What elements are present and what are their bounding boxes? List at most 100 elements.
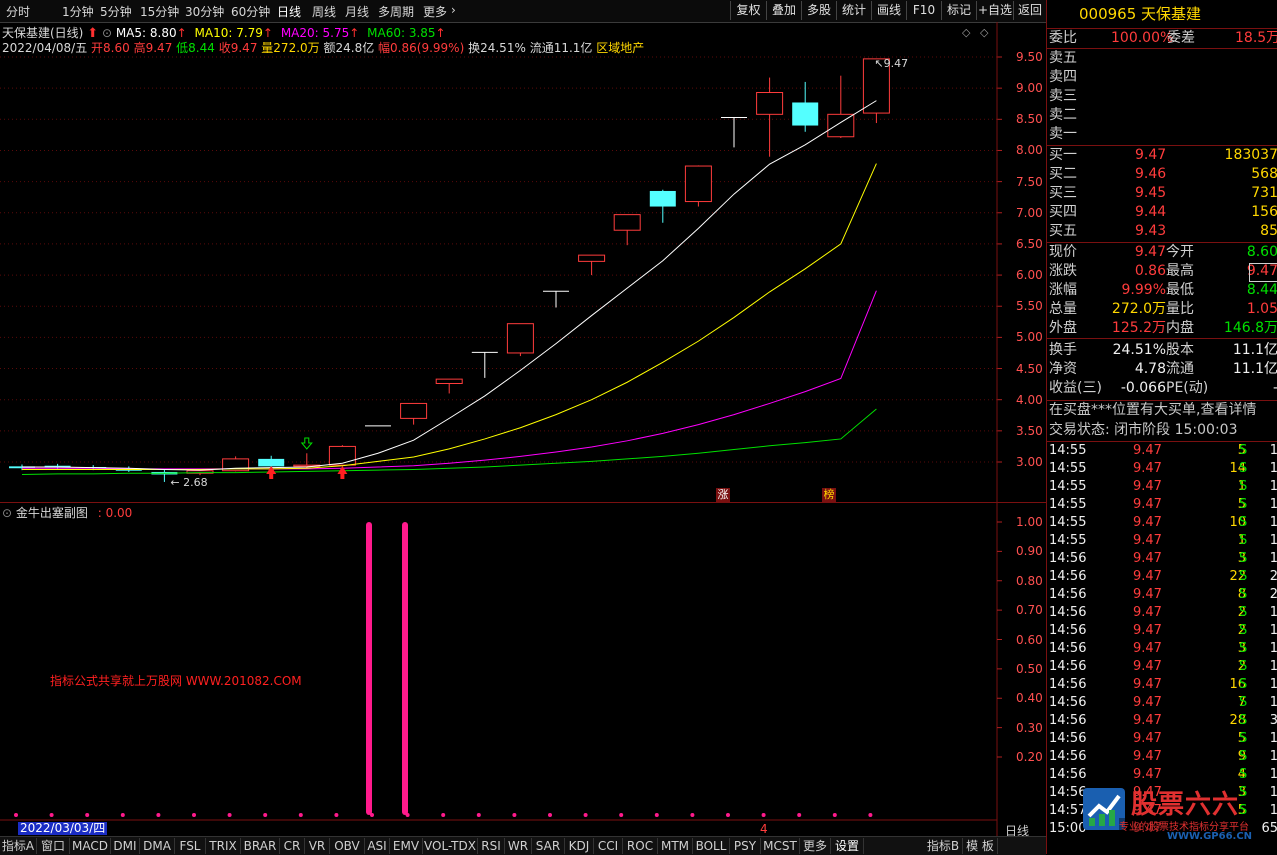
indicator-tab[interactable]: KDJ (565, 838, 594, 854)
indicator-tab[interactable]: OBV (330, 838, 365, 854)
tick-time: 14:56 (1049, 713, 1087, 728)
sell-level-label: 卖五 (1049, 50, 1077, 66)
tick-row: 14:56 9.47 22 S 2 (1049, 568, 1277, 586)
stat-label: 今开 (1166, 244, 1194, 260)
stat-value: 146.8万 (1223, 320, 1277, 336)
tick-time: 14:56 (1049, 605, 1087, 620)
indicator-tab[interactable]: ASI (365, 838, 390, 854)
indicator-tab[interactable]: CR (280, 838, 305, 854)
indicator-tab[interactable]: BOLL (693, 838, 730, 854)
candle-body (613, 214, 641, 231)
indicator-tab[interactable]: DMA (140, 838, 175, 854)
buy-level-row[interactable]: 买一 9.47 183037 (1049, 146, 1277, 165)
kline-chart[interactable]: ← 2.68 ↖9.47 (0, 0, 1046, 836)
indicator-tab[interactable]: 指标A (0, 838, 37, 854)
candle-body (756, 92, 784, 115)
indicator-tab[interactable]: 设置 (831, 838, 864, 854)
indicator-tab[interactable]: 窗口 (37, 838, 70, 854)
dropdown-circle-icon[interactable]: ⊙ (2, 506, 12, 520)
indicator-tab[interactable]: TRIX (206, 838, 241, 854)
tick-row: 14:55 9.47 10 S 1 (1049, 514, 1277, 532)
candle-body (827, 113, 855, 138)
sub-chart-title[interactable]: 金牛出塞副图 (16, 506, 88, 520)
stat-value: 8.44 (1246, 282, 1277, 298)
sub-tick-label: 0.30 (1016, 720, 1043, 735)
signal-dot (263, 813, 268, 817)
zhangting-marker[interactable]: 涨 (716, 488, 730, 502)
indicator-tab[interactable]: 指标B (924, 838, 963, 854)
sell-level-row: 卖四 (1049, 68, 1077, 87)
quote-panel: 000965 天保基建 委比 100.00% 委差 18.5万 卖五 卖四 卖三 卖二… (1046, 0, 1277, 854)
tick-time: 14:56 (1049, 623, 1087, 638)
indicator-tab[interactable]: MACD (70, 838, 111, 854)
indicator-tab[interactable]: EMV (390, 838, 423, 854)
stat-label: 净资 (1049, 361, 1077, 377)
indicator-tab[interactable]: MCST (761, 838, 800, 854)
indicator-tab[interactable]: RSI (478, 838, 505, 854)
signal-dot (832, 813, 837, 817)
tick-side: S (1239, 623, 1248, 638)
tick-time: 14:56 (1049, 659, 1087, 674)
tick-price: 9.47 (1133, 533, 1162, 548)
tick-price: 9.47 (1133, 569, 1162, 584)
indicator-tab[interactable]: VR (305, 838, 330, 854)
tick-price: 9.47 (1133, 731, 1162, 746)
tick-row: 14:56 9.47 7 S 1 (1049, 694, 1277, 712)
tick-price: 9.47 (1133, 587, 1162, 602)
price-tick-label: 5.50 (1016, 299, 1043, 314)
tick-time: 14:56 (1049, 677, 1087, 692)
cursor-date-label: 2022/03/03/四 (18, 821, 108, 835)
stat-value: 4.78 (1134, 361, 1166, 377)
indicator-tab[interactable]: FSL (175, 838, 206, 854)
indicator-tab[interactable]: PSY (730, 838, 761, 854)
indicator-tab[interactable]: BRAR (241, 838, 280, 854)
signal-dot (654, 813, 659, 817)
price-tick-label: 7.50 (1016, 174, 1043, 189)
indicator-tab[interactable]: DMI (111, 838, 140, 854)
indicator-tab[interactable]: VOL-TDX (423, 838, 478, 854)
sub-tick-label: 0.20 (1016, 750, 1043, 764)
tick-count: 2 (1269, 569, 1277, 584)
buy-level-row[interactable]: 买四 9.44 156 (1049, 203, 1277, 222)
indicator-tab[interactable]: MTM (658, 838, 693, 854)
price-tick-label: 7.00 (1016, 205, 1043, 220)
indicator-tab[interactable]: SAR (532, 838, 565, 854)
stat-row: 外盘 125.2万 内盘 146.8万 (1049, 319, 1277, 338)
tick-row: 14:56 9.47 4 S 1 (1049, 766, 1277, 784)
tick-time: 14:55 (1049, 461, 1087, 476)
buy-level-volume: 568 (1251, 166, 1277, 182)
weibi-label: 委比 (1049, 30, 1077, 46)
gp66-logo: 股票六六 专业的股票技术指标分享平台 WWW.GP66.CN (1075, 784, 1275, 844)
buy-level-row[interactable]: 买五 9.43 85 (1049, 222, 1277, 241)
tick-row: 14:56 9.47 8 S 2 (1049, 586, 1277, 604)
sell-level-label: 卖二 (1049, 107, 1077, 123)
tick-row: 14:56 9.47 2 S 1 (1049, 658, 1277, 676)
signal-dot (85, 813, 90, 817)
stat-label: 外盘 (1049, 320, 1077, 336)
indicator-tab[interactable]: ROC (623, 838, 658, 854)
tick-count: 1 (1269, 749, 1277, 764)
pane-divider[interactable] (0, 502, 1046, 503)
big-order-notice[interactable]: 在买盘***位置有大买单,查看详情 (1049, 401, 1256, 420)
buy-level-row[interactable]: 买三 9.45 731 (1049, 184, 1277, 203)
candle-body (792, 102, 819, 126)
weicha-value: 18.5万 (1235, 30, 1277, 46)
indicator-tab[interactable]: 更多 (800, 838, 831, 854)
tick-count: 1 (1269, 677, 1277, 692)
indicator-tab[interactable]: CCI (594, 838, 623, 854)
indicator-tab[interactable]: 模 板 (963, 838, 998, 854)
tick-side: S (1239, 479, 1248, 494)
indicator-tab[interactable]: WR (505, 838, 532, 854)
signal-dot (298, 813, 303, 817)
stat-label: 收益(三) (1049, 380, 1102, 396)
tick-row: 14:55 9.47 1 S 1 (1049, 532, 1277, 550)
stat-label: 股本 (1166, 342, 1194, 358)
buy-level-row[interactable]: 买二 9.46 568 (1049, 165, 1277, 184)
buy-level-label: 买一 (1049, 147, 1077, 163)
candle-body (684, 165, 712, 203)
weicha-label: 委差 (1167, 30, 1195, 46)
tick-time: 14:56 (1049, 731, 1087, 746)
longhubang-marker[interactable]: 榜 (822, 488, 836, 502)
signal-bar (402, 522, 408, 815)
tick-side: S (1239, 569, 1248, 584)
